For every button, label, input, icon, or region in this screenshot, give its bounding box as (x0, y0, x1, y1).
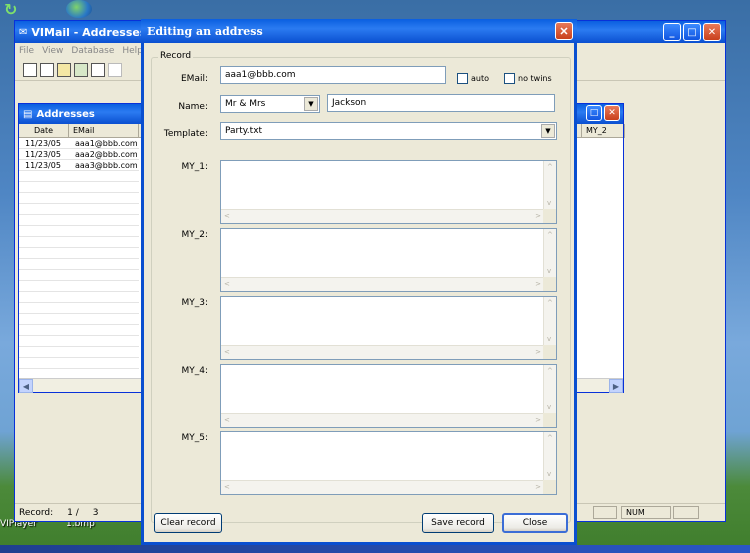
status-cell (673, 506, 699, 519)
status-record-total: 3 (92, 507, 99, 518)
edit-address-dialog: Editing an address ✕ Record EMail: aaa1@… (141, 19, 577, 545)
addresses-window-icon: ▤ (23, 108, 33, 120)
status-num: NUM (621, 506, 671, 519)
my4-vscroll[interactable]: ^ v (543, 365, 556, 413)
column-date[interactable]: Date (19, 124, 69, 137)
my5-label: MY_5: (181, 433, 208, 443)
auto-label: auto (471, 74, 490, 83)
save-record-button[interactable]: Save record (422, 513, 494, 533)
email-label: EMail: (181, 74, 208, 84)
name-label: Name: (178, 102, 208, 112)
row-email: aaa1@bbb.com (75, 139, 138, 148)
template-select[interactable]: Party.txt ▼ (220, 122, 557, 140)
blank-icon[interactable] (40, 62, 54, 77)
salutation-select[interactable]: Mr & Mrs ▼ (220, 95, 320, 113)
settings-icon[interactable] (108, 62, 122, 77)
my1-textarea[interactable]: ^ v < > (220, 160, 557, 224)
my3-textarea[interactable]: ^ v < > (220, 296, 557, 360)
column-my2[interactable]: MY_2 (581, 124, 625, 138)
status-record-pos: 1 / (67, 507, 79, 518)
my1-vscroll[interactable]: ^ v (543, 161, 556, 209)
addresses-window-controls: □ ✕ (586, 105, 620, 121)
chevron-down-icon[interactable]: ▼ (541, 124, 555, 138)
my4-hscroll[interactable]: < > (221, 413, 544, 427)
row-date: 11/23/05 (25, 150, 61, 159)
row-email: aaa2@bbb.com (75, 150, 138, 159)
row-date: 11/23/05 (25, 161, 61, 170)
my3-label: MY_3: (181, 298, 208, 308)
scroll-left-icon[interactable]: ◀ (19, 379, 33, 393)
my5-hscroll[interactable]: < > (221, 480, 544, 494)
no-twins-label: no twins (518, 74, 552, 83)
minimize-icon[interactable]: _ (663, 23, 681, 41)
my5-vscroll[interactable]: ^ v (543, 432, 556, 480)
my3-hscroll[interactable]: < > (221, 345, 544, 359)
my5-textarea[interactable]: ^ v < > (220, 431, 557, 495)
main-window-title: VIMail - Addresses (31, 25, 147, 39)
copy-icon[interactable] (91, 62, 105, 77)
record-group-label: Record (158, 51, 194, 61)
no-twins-checkbox[interactable] (504, 73, 515, 84)
my4-textarea[interactable]: ^ v < > (220, 364, 557, 428)
taskbar (0, 545, 750, 553)
status-cell (593, 506, 617, 519)
salutation-value: Mr & Mrs (225, 99, 266, 109)
email-field[interactable]: aaa1@bbb.com (220, 66, 446, 84)
template-value: Party.txt (225, 126, 263, 136)
grid-lines (19, 138, 139, 376)
row-date: 11/23/05 (25, 139, 61, 148)
scroll-right-icon[interactable]: ▶ (609, 379, 623, 393)
scroll-corner (543, 277, 556, 291)
close-button[interactable]: Close (502, 513, 568, 533)
dialog-title: Editing an address (147, 24, 263, 38)
clear-record-button[interactable]: Clear record (154, 513, 222, 533)
scroll-corner (543, 413, 556, 427)
menu-file[interactable]: File (19, 46, 34, 56)
close-icon[interactable]: ✕ (703, 23, 721, 41)
refresh-icon[interactable]: ↻ (4, 0, 22, 19)
template-label: Template: (163, 129, 208, 139)
my4-label: MY_4: (181, 366, 208, 376)
status-record-label: Record: (19, 507, 54, 518)
dialog-close-icon[interactable]: ✕ (555, 22, 573, 40)
new-icon[interactable] (23, 62, 37, 77)
scroll-corner (543, 209, 556, 223)
column-email[interactable]: EMail (69, 124, 139, 137)
globe-icon[interactable] (66, 0, 92, 18)
my2-label: MY_2: (181, 230, 208, 240)
addresses-window-title: Addresses (36, 108, 95, 120)
chevron-down-icon[interactable]: ▼ (304, 97, 318, 111)
my2-vscroll[interactable]: ^ v (543, 229, 556, 277)
main-window-controls: _ □ ✕ (663, 23, 721, 41)
child-close-icon[interactable]: ✕ (604, 105, 620, 121)
my2-textarea[interactable]: ^ v < > (220, 228, 557, 292)
app-icon: ✉ (19, 26, 28, 38)
scroll-corner (543, 480, 556, 494)
scroll-corner (543, 345, 556, 359)
my1-label: MY_1: (181, 162, 208, 172)
child-maximize-icon[interactable]: □ (586, 105, 602, 121)
auto-checkbox[interactable] (457, 73, 468, 84)
menu-database[interactable]: Database (71, 46, 114, 56)
my1-hscroll[interactable]: < > (221, 209, 544, 223)
menu-view[interactable]: View (42, 46, 63, 56)
tool-icon[interactable] (74, 62, 88, 77)
menu-help[interactable]: Help (122, 46, 143, 56)
my3-vscroll[interactable]: ^ v (543, 297, 556, 345)
maximize-icon[interactable]: □ (683, 23, 701, 41)
row-email: aaa3@bbb.com (75, 161, 138, 170)
dialog-title-bar[interactable]: Editing an address ✕ (141, 19, 577, 43)
folder-icon[interactable] (57, 62, 71, 77)
last-name-field[interactable]: Jackson (327, 94, 555, 112)
my2-hscroll[interactable]: < > (221, 277, 544, 291)
